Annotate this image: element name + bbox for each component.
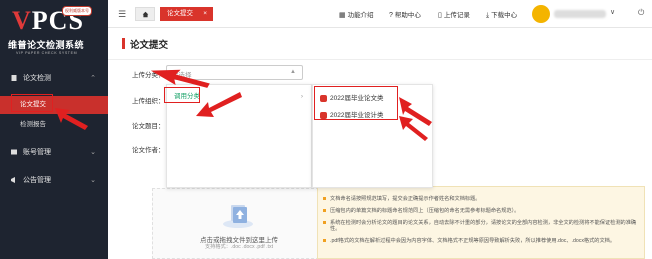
notice-line: 压缩包内的单篇文档的标题命名规范同上（压缩包的命名无需参考标题命名规范）。 — [323, 208, 638, 214]
question-icon: ? — [389, 12, 393, 19]
download-center-button[interactable]: ⤓ 下载中心 — [486, 9, 517, 20]
menu-toggle-icon[interactable]: ☰ — [118, 9, 126, 20]
label-upload-category: 上传分类： — [132, 72, 165, 79]
upload-record-button[interactable]: ▯ 上传记录 — [438, 9, 470, 19]
logo-en-name: VIP PAPER CHECK SYSTEM — [16, 51, 78, 55]
download-icon: ⤓ — [486, 12, 490, 19]
main-content: 论文提交 上传分类： 请选择 ▲ 上传组织： 论文题目： (请 论文作者： 点击… — [108, 28, 652, 259]
annotation-highlight-submit — [11, 94, 53, 112]
home-icon — [142, 11, 148, 18]
upload-category-select[interactable]: 请选择 ▲ — [166, 65, 303, 80]
label-paper-title: 论文题目： — [132, 123, 165, 130]
chevron-down-icon[interactable]: ∨ — [610, 8, 615, 16]
upload-format-text: 支持格式：.doc .docx .pdf .txt — [204, 244, 274, 250]
chevron-down-icon: ⌄ — [90, 177, 96, 184]
account-icon — [11, 149, 17, 155]
power-icon[interactable]: ⏻ — [638, 8, 644, 18]
grid-icon: ▦ — [339, 12, 346, 19]
avatar[interactable] — [532, 5, 550, 23]
divider — [108, 59, 652, 60]
sidebar-group-account[interactable]: 账号管理 ⌄ — [0, 140, 108, 164]
sidebar-group-label: 论文检测 — [23, 75, 51, 82]
sidebar-group-label: 账号管理 — [23, 149, 51, 156]
notice-line: 文档命名请按照规范填写，提交会正确提示作者姓名和文档标题。 — [323, 196, 638, 202]
sidebar: VPCS 权利威版本号 维普论文检测系统 VIP PAPER CHECK SYS… — [0, 0, 108, 259]
document-icon — [11, 75, 17, 81]
feature-intro-button[interactable]: ▦ 功能介绍 — [339, 9, 374, 19]
chevron-right-icon: › — [300, 93, 303, 100]
notice-line: .pdf格式的文档在解析过程中会因为内容字体、文档格式不正规等原因导致解析失败，… — [323, 238, 638, 244]
page-title: 论文提交 — [130, 40, 169, 51]
chevron-down-icon: ⌄ — [90, 149, 96, 156]
label-upload-org: 上传组织： — [132, 98, 165, 105]
username-blurred[interactable] — [554, 10, 606, 18]
sidebar-group-announcement[interactable]: 公告管理 ⌄ — [0, 168, 108, 192]
notice-box: 文档命名请按照规范填写，提交会正确提示作者姓名和文档标题。 压缩包内的单篇文档的… — [317, 186, 645, 259]
megaphone-icon — [11, 177, 15, 183]
notice-line: 系统在检测时会分析论文的题目的论文关系，自动去除不计重的部分，请按论文的全部内容… — [323, 220, 638, 232]
sidebar-group-label: 公告管理 — [23, 177, 51, 184]
title-accent — [122, 38, 125, 49]
chevron-up-icon: ⌃ — [90, 75, 96, 82]
logo: VPCS 权利威版本号 维普论文检测系统 VIP PAPER CHECK SYS… — [0, 0, 108, 62]
home-tab[interactable] — [135, 7, 155, 21]
chevron-up-icon: ▲ — [290, 69, 296, 75]
sidebar-item-check-report[interactable]: 检测报告 — [0, 116, 108, 134]
sidebar-group-paper-check[interactable]: 论文检测 ⌃ — [0, 66, 108, 90]
tab-label: 论文提交 — [167, 10, 193, 17]
top-bar: ☰ 论文提交 × ▦ 功能介绍 ? 帮助中心 ▯ 上传记录 ⤓ 下载中心 ∨ ⏻ — [108, 0, 652, 28]
help-center-button[interactable]: ? 帮助中心 — [389, 9, 421, 19]
label-paper-author: 论文作者： — [132, 147, 165, 154]
upload-dropzone[interactable]: 点击或拖拽文件到这里上传 支持格式：.doc .docx .pdf .txt — [152, 188, 324, 259]
annotation-highlight-options — [314, 86, 398, 120]
select-placeholder: 请选择 — [172, 72, 192, 79]
file-icon: ▯ — [438, 12, 442, 19]
annotation-highlight-category — [164, 87, 200, 103]
logo-cn-name: 维普论文检测系统 — [8, 40, 85, 50]
tab-paper-submit[interactable]: 论文提交 × — [160, 7, 213, 21]
close-icon[interactable]: × — [203, 7, 207, 21]
logo-badge: 权利威版本号 — [62, 6, 92, 16]
upload-cloud-icon — [223, 205, 253, 228]
